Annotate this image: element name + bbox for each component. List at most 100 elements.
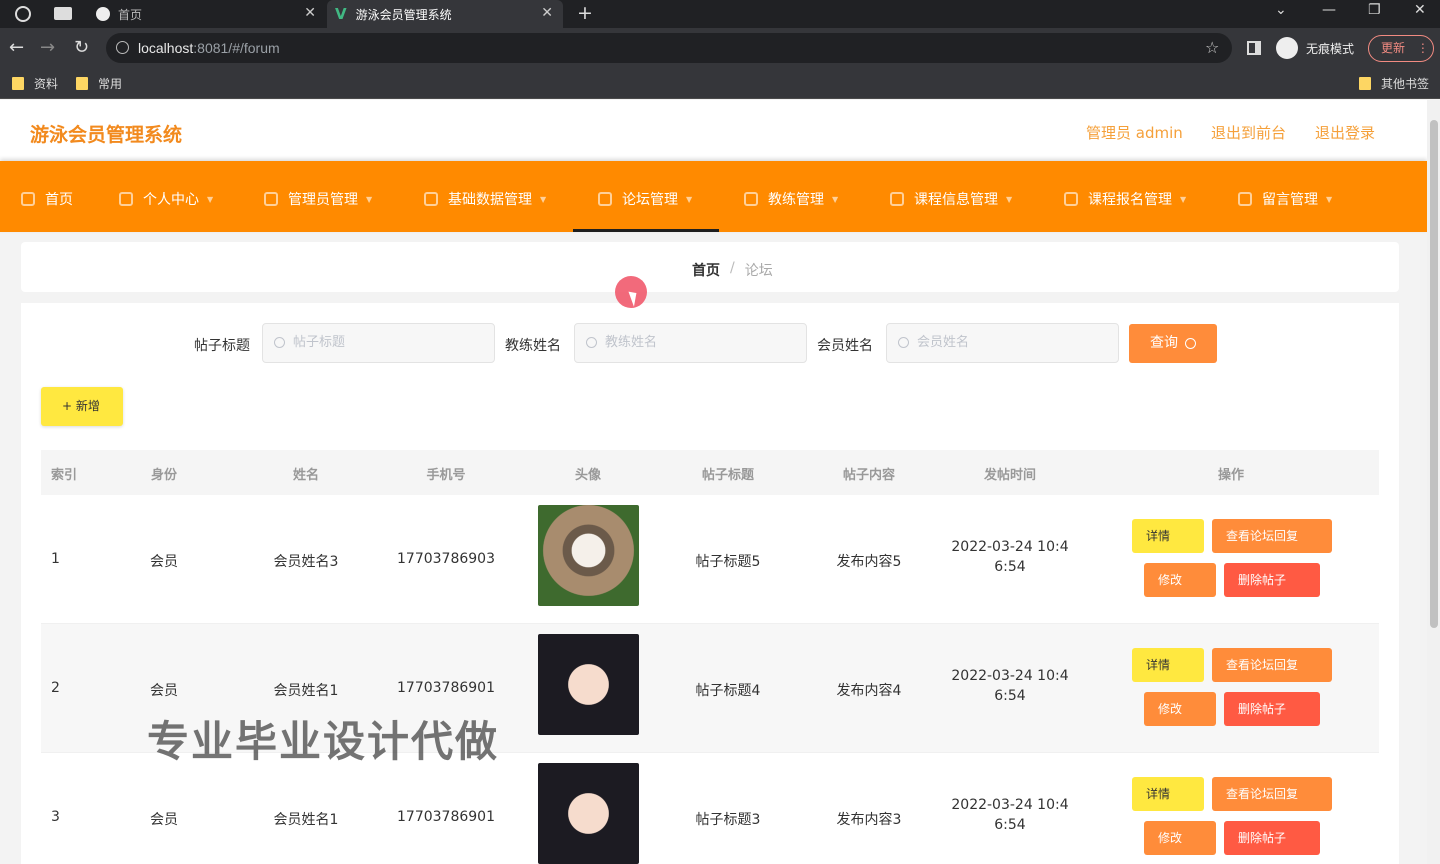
delete-button[interactable]: 删除帖子 bbox=[1224, 563, 1320, 597]
search-icon bbox=[898, 337, 909, 348]
chevron-down-icon: ▼ bbox=[832, 194, 839, 204]
bookmark-folder[interactable]: 资料 bbox=[12, 75, 58, 92]
col-post-title: 帖子标题 bbox=[701, 468, 754, 483]
member-name-input[interactable]: 会员姓名 bbox=[886, 323, 1119, 363]
page-scrollbar[interactable] bbox=[1427, 100, 1440, 864]
to-front-link[interactable]: 退出到前台 bbox=[1211, 122, 1286, 143]
cell-post-content: 发布内容4 bbox=[836, 683, 902, 699]
cell-role: 会员 bbox=[150, 683, 178, 699]
detail-button[interactable]: 详情 bbox=[1132, 777, 1204, 811]
detail-button[interactable]: 详情 bbox=[1132, 519, 1204, 553]
coach-name-label: 教练姓名 bbox=[505, 338, 561, 354]
cell-name: 会员姓名1 bbox=[273, 812, 339, 828]
chevron-down-icon: ▼ bbox=[1006, 194, 1013, 204]
logout-link[interactable]: 退出登录 bbox=[1315, 122, 1375, 143]
watermark-text: 专业毕业设计代做 bbox=[147, 717, 500, 766]
coach-name-input[interactable]: 教练姓名 bbox=[574, 323, 807, 363]
admin-label: 管理员 admin bbox=[1086, 124, 1183, 142]
breadcrumb-home[interactable]: 首页 bbox=[692, 260, 720, 280]
detail-button[interactable]: 详情 bbox=[1132, 648, 1204, 682]
cell-index: 2 bbox=[51, 680, 60, 696]
home-icon bbox=[21, 192, 35, 206]
reload-icon[interactable]: ↻ bbox=[74, 37, 89, 58]
browser-tab-active[interactable]: V 游泳会员管理系统 ✕ bbox=[327, 0, 563, 28]
bookmark-star-icon[interactable]: ☆ bbox=[1205, 38, 1219, 57]
folder-icon bbox=[76, 77, 88, 90]
avatar[interactable] bbox=[538, 763, 639, 864]
forum-panel: 帖子标题 帖子标题 教练姓名 教练姓名 会员姓名 会员姓名 查询 + 新增 索引… bbox=[21, 303, 1399, 864]
globe-icon bbox=[96, 7, 110, 21]
delete-button[interactable]: 删除帖子 bbox=[1224, 692, 1320, 726]
col-index: 索引 bbox=[51, 468, 78, 483]
scrollbar-thumb[interactable] bbox=[1430, 120, 1438, 628]
post-title-label: 帖子标题 bbox=[194, 338, 250, 354]
cell-post-title: 帖子标题4 bbox=[695, 683, 761, 699]
folder-icon bbox=[1359, 77, 1371, 90]
back-icon[interactable]: ← bbox=[9, 37, 24, 58]
table-header: 索引 身份 姓名 手机号 头像 帖子标题 帖子内容 发帖时间 操作 bbox=[41, 450, 1379, 495]
close-icon[interactable]: ✕ bbox=[304, 5, 316, 21]
url-field[interactable]: localhost:8081/#/forum bbox=[106, 33, 1232, 63]
menu-item-coach[interactable]: 教练管理 ▼ bbox=[744, 189, 838, 209]
cell-name: 会员姓名3 bbox=[273, 554, 339, 570]
menu-item-signup[interactable]: 课程报名管理 ▼ bbox=[1064, 189, 1186, 209]
menu-item-base-data[interactable]: 基础数据管理 ▼ bbox=[424, 189, 546, 209]
col-name: 姓名 bbox=[292, 468, 319, 483]
active-menu-indicator bbox=[573, 229, 719, 232]
member-name-label: 会员姓名 bbox=[817, 338, 873, 354]
menu-item-course[interactable]: 课程信息管理 ▼ bbox=[890, 189, 1012, 209]
search-icon bbox=[274, 337, 285, 348]
avatar[interactable] bbox=[538, 634, 639, 735]
edit-button[interactable]: 修改 bbox=[1144, 563, 1216, 597]
post-title-input[interactable]: 帖子标题 bbox=[262, 323, 495, 363]
minimize-icon[interactable]: — bbox=[1322, 2, 1336, 18]
bookmark-folder[interactable]: 常用 bbox=[76, 75, 122, 92]
view-reply-button[interactable]: 查看论坛回复 bbox=[1212, 648, 1332, 682]
chevron-down-icon: ▼ bbox=[366, 194, 373, 204]
new-tab-icon[interactable]: + bbox=[577, 2, 593, 24]
cell-post-time: 2022-03-24 10:4 6:54 bbox=[951, 797, 1069, 833]
col-actions: 操作 bbox=[1217, 468, 1244, 483]
breadcrumb-container: 首页 / 论坛 bbox=[21, 242, 1399, 292]
add-button[interactable]: + 新增 bbox=[41, 387, 123, 426]
menu-item-forum[interactable]: 论坛管理 ▼ bbox=[598, 189, 692, 209]
avatar[interactable] bbox=[538, 505, 639, 606]
incognito-indicator[interactable]: 无痕模式 bbox=[1276, 36, 1354, 60]
edit-button[interactable]: 修改 bbox=[1144, 692, 1216, 726]
cell-role: 会员 bbox=[150, 812, 178, 828]
side-panel-icon[interactable] bbox=[1247, 41, 1261, 55]
other-bookmarks[interactable]: 其他书签 bbox=[1359, 75, 1429, 92]
restore-icon[interactable]: ❐ bbox=[1368, 2, 1381, 18]
cell-post-title: 帖子标题3 bbox=[695, 812, 761, 828]
edit-button[interactable]: 修改 bbox=[1144, 821, 1216, 855]
delete-button[interactable]: 删除帖子 bbox=[1224, 821, 1320, 855]
site-info-icon[interactable] bbox=[116, 41, 129, 54]
tab-search-icon[interactable] bbox=[54, 7, 72, 20]
cell-index: 3 bbox=[51, 809, 60, 825]
list-icon bbox=[424, 192, 438, 206]
update-button[interactable]: 更新 ⋮ bbox=[1368, 35, 1434, 62]
menu-item-admin[interactable]: 管理员管理 ▼ bbox=[264, 189, 372, 209]
view-reply-button[interactable]: 查看论坛回复 bbox=[1212, 777, 1332, 811]
browser-profile-icon[interactable] bbox=[15, 6, 31, 22]
window-close-icon[interactable]: ✕ bbox=[1414, 2, 1426, 18]
view-reply-button[interactable]: 查看论坛回复 bbox=[1212, 519, 1332, 553]
breadcrumb-current: 论坛 bbox=[744, 263, 773, 279]
search-button[interactable]: 查询 bbox=[1129, 324, 1217, 363]
forward-icon[interactable]: → bbox=[40, 37, 55, 58]
menu-item-profile[interactable]: 个人中心 ▼ bbox=[119, 189, 213, 209]
search-icon bbox=[1185, 337, 1196, 349]
browser-tab-home[interactable]: 首页 ✕ bbox=[86, 0, 326, 28]
breadcrumb: 首页 / 论坛 bbox=[692, 260, 773, 280]
cell-phone: 17703786901 bbox=[397, 680, 495, 696]
coach-icon bbox=[744, 192, 758, 206]
bookmarks-bar: 资料 常用 其他书签 bbox=[0, 68, 1440, 99]
main-menu: 首页 个人中心 ▼ 管理员管理 ▼ 基础数据管理 ▼ 论坛管理 ▼ 教练管理 ▼ 课程信息… bbox=[0, 161, 1427, 232]
menu-item-home[interactable]: 首页 bbox=[21, 189, 73, 209]
menu-item-message[interactable]: 留言管理 ▼ bbox=[1238, 189, 1332, 209]
tab-list-icon[interactable]: ⌄ bbox=[1275, 2, 1287, 18]
chevron-down-icon: ▼ bbox=[540, 194, 547, 204]
col-role: 身份 bbox=[150, 468, 177, 483]
cell-role: 会员 bbox=[150, 554, 178, 570]
close-icon[interactable]: ✕ bbox=[541, 5, 553, 21]
